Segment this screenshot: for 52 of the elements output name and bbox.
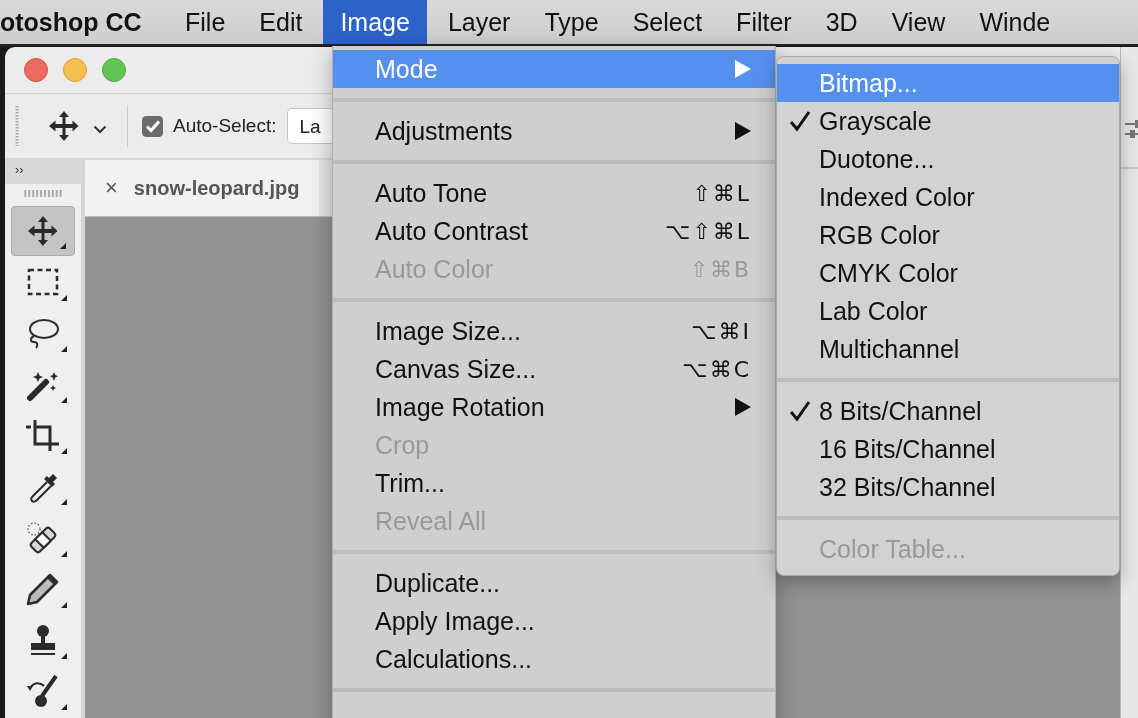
auto-select-label: Auto-Select: xyxy=(173,115,277,137)
shortcut-label: ⌥⌘I xyxy=(691,318,751,344)
menu-item[interactable]: Canvas Size... ⌥⌘C xyxy=(333,350,775,388)
menu-item[interactable]: Lab Color xyxy=(777,292,1119,330)
menu-bar-item[interactable]: Select xyxy=(615,0,720,44)
shortcut-label: ⌥⌘C xyxy=(682,356,751,382)
stamp-icon xyxy=(28,623,58,658)
menu-bar-item[interactable]: 3D xyxy=(808,0,875,44)
menu-item[interactable]: Image Rotation xyxy=(333,388,775,426)
menu-item[interactable]: Calculations... xyxy=(333,640,775,678)
menu-bar-item[interactable]: Layer xyxy=(430,0,528,44)
menu-item[interactable]: Multichannel xyxy=(777,330,1119,368)
menu-item[interactable]: RGB Color xyxy=(777,216,1119,254)
menu-item[interactable]: Grayscale xyxy=(777,102,1119,140)
move-icon[interactable] xyxy=(47,109,81,143)
menu-item[interactable]: Duotone... xyxy=(777,140,1119,178)
menu-item[interactable]: Trim... xyxy=(333,464,775,502)
menu-item[interactable]: 32 Bits/Channel xyxy=(777,468,1119,506)
menu-bar-item[interactable]: Winde xyxy=(962,0,1068,44)
shortcut-label: ⇧⌘L xyxy=(692,180,751,206)
close-window-button[interactable] xyxy=(24,58,48,82)
document-tab-title: snow-leopard.jpg xyxy=(133,176,300,200)
app-menu[interactable]: otoshop CC xyxy=(0,7,168,37)
menu-bar-item[interactable]: File xyxy=(168,0,243,44)
menu-item[interactable]: 8 Bits/Channel xyxy=(777,392,1119,430)
menu-item[interactable]: Duplicate... xyxy=(333,564,775,602)
grip-icon xyxy=(15,106,19,146)
menu-item[interactable]: Auto Contrast ⌥⇧⌘L xyxy=(333,212,775,250)
expand-toggle[interactable]: ›› xyxy=(5,160,81,184)
close-tab-button[interactable]: × xyxy=(105,175,118,201)
menu-item[interactable]: Image Size... ⌥⌘I xyxy=(333,312,775,350)
menu-bar-item[interactable]: View xyxy=(874,0,963,44)
pencil-icon xyxy=(26,572,60,607)
menu-item[interactable]: Auto Tone ⇧⌘L xyxy=(333,174,775,212)
menu-item[interactable]: 16 Bits/Channel xyxy=(777,430,1119,468)
menu-item[interactable]: Apply Image... xyxy=(333,602,775,640)
brush-icon xyxy=(26,674,60,709)
menu-bar-item[interactable]: Edit xyxy=(242,0,320,44)
chevron-down-icon[interactable] xyxy=(93,124,107,134)
lasso-icon xyxy=(26,317,60,350)
auto-select-checkbox[interactable] xyxy=(142,115,163,137)
rectangle-marquee-icon xyxy=(27,268,59,297)
crop-icon xyxy=(25,418,61,453)
shortcut-label: ⌥⇧⌘L xyxy=(664,218,751,244)
tool-button[interactable] xyxy=(11,206,75,256)
menu-bar-item[interactable]: Type xyxy=(527,0,616,44)
grip-icon xyxy=(24,189,62,198)
menu-bar-item[interactable]: Image xyxy=(323,0,427,44)
document-tab[interactable]: × snow-leopard.jpg xyxy=(85,160,320,216)
menu-item[interactable]: Indexed Color xyxy=(777,178,1119,216)
menu-item[interactable]: CMYK Color xyxy=(777,254,1119,292)
menu-bar-item[interactable]: Filter xyxy=(719,0,809,44)
